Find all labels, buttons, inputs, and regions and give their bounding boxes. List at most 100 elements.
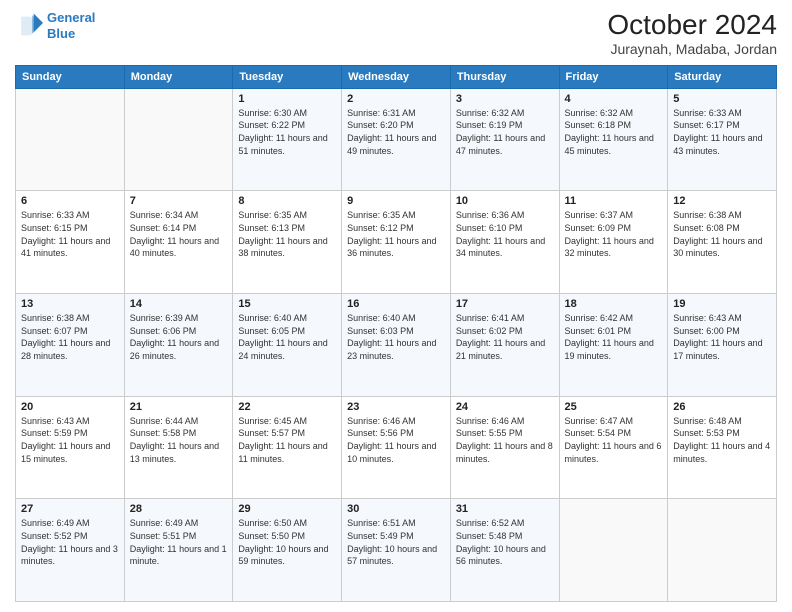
logo-text: General Blue [47,10,95,41]
day-number: 8 [238,195,336,207]
calendar-cell: 18Sunrise: 6:42 AM Sunset: 6:01 PM Dayli… [559,294,668,397]
calendar-cell: 20 Sunrise: 6:43 AM Sunset: 5:59 PM Dayli… [16,396,125,499]
calendar-cell: 19 Sunrise: 6:43 AM Sunset: 6:00 PM Dayli… [668,294,777,397]
calendar-cell [124,88,233,191]
day-number: 25 [565,401,663,413]
calendar-cell: 15 Sunrise: 6:40 AM Sunset: 6:05 PM Dayli… [233,294,342,397]
calendar-cell: 28 Sunrise: 6:49 AM Sunset: 5:51 PM Dayli… [124,499,233,602]
day-number: 1 [238,93,336,105]
calendar-cell: 22 Sunrise: 6:45 AM Sunset: 5:57 PM Dayli… [233,396,342,499]
calendar-header-sunday: Sunday [16,65,125,88]
calendar-cell: 23 Sunrise: 6:46 AM Sunset: 5:56 PM Dayli… [342,396,451,499]
day-info: Sunrise: 6:39 AM Sunset: 6:06 PM Dayligh… [130,312,228,362]
calendar-cell: 27 Sunrise: 6:49 AM Sunset: 5:52 PM Dayli… [16,499,125,602]
calendar-header-wednesday: Wednesday [342,65,451,88]
day-info: Sunrise: 6:38 AM Sunset: 6:07 PM Dayligh… [21,312,119,362]
calendar-table: SundayMondayTuesdayWednesdayThursdayFrid… [15,65,777,602]
calendar-cell: 25 Sunrise: 6:47 AM Sunset: 5:54 PM Dayli… [559,396,668,499]
day-info: Sunrise: 6:32 AM Sunset: 6:18 PM Dayligh… [565,107,663,157]
calendar-header-thursday: Thursday [450,65,559,88]
calendar-cell: 13 Sunrise: 6:38 AM Sunset: 6:07 PM Dayli… [16,294,125,397]
day-info: Sunrise: 6:38 AM Sunset: 6:08 PM Dayligh… [673,209,771,259]
day-info: Sunrise: 6:41 AM Sunset: 6:02 PM Dayligh… [456,312,554,362]
day-info: Sunrise: 6:50 AM Sunset: 5:50 PM Dayligh… [238,517,336,567]
day-number: 4 [565,93,663,105]
day-number: 11 [565,195,663,207]
day-number: 7 [130,195,228,207]
calendar-cell: 31 Sunrise: 6:52 AM Sunset: 5:48 PM Dayli… [450,499,559,602]
calendar-cell [559,499,668,602]
day-info: Sunrise: 6:49 AM Sunset: 5:51 PM Dayligh… [130,517,228,567]
calendar-header-monday: Monday [124,65,233,88]
day-info: Sunrise: 6:31 AM Sunset: 6:20 PM Dayligh… [347,107,445,157]
calendar-cell: 3 Sunrise: 6:32 AM Sunset: 6:19 PM Daylig… [450,88,559,191]
day-info: Sunrise: 6:32 AM Sunset: 6:19 PM Dayligh… [456,107,554,157]
day-number: 15 [238,298,336,310]
day-number: 24 [456,401,554,413]
day-number: 31 [456,503,554,515]
day-info: Sunrise: 6:35 AM Sunset: 6:12 PM Dayligh… [347,209,445,259]
day-info: Sunrise: 6:35 AM Sunset: 6:13 PM Dayligh… [238,209,336,259]
day-number: 14 [130,298,228,310]
day-number: 29 [238,503,336,515]
day-info: Sunrise: 6:40 AM Sunset: 6:03 PM Dayligh… [347,312,445,362]
calendar-cell: 29 Sunrise: 6:50 AM Sunset: 5:50 PM Dayli… [233,499,342,602]
calendar-header-tuesday: Tuesday [233,65,342,88]
calendar-cell: 12 Sunrise: 6:38 AM Sunset: 6:08 PM Dayli… [668,191,777,294]
day-info: Sunrise: 6:43 AM Sunset: 5:59 PM Dayligh… [21,415,119,465]
calendar-cell [16,88,125,191]
calendar-cell: 11 Sunrise: 6:37 AM Sunset: 6:09 PM Dayli… [559,191,668,294]
calendar-cell: 26 Sunrise: 6:48 AM Sunset: 5:53 PM Dayli… [668,396,777,499]
day-number: 9 [347,195,445,207]
day-info: Sunrise: 6:30 AM Sunset: 6:22 PM Dayligh… [238,107,336,157]
calendar-cell: 21 Sunrise: 6:44 AM Sunset: 5:58 PM Dayli… [124,396,233,499]
day-number: 5 [673,93,771,105]
calendar-cell: 14 Sunrise: 6:39 AM Sunset: 6:06 PM Dayli… [124,294,233,397]
day-number: 30 [347,503,445,515]
day-number: 23 [347,401,445,413]
calendar-cell: 8 Sunrise: 6:35 AM Sunset: 6:13 PM Daylig… [233,191,342,294]
day-info: Sunrise: 6:33 AM Sunset: 6:17 PM Dayligh… [673,107,771,157]
day-number: 12 [673,195,771,207]
day-info: Sunrise: 6:44 AM Sunset: 5:58 PM Dayligh… [130,415,228,465]
day-number: 22 [238,401,336,413]
day-number: 13 [21,298,119,310]
day-info: Sunrise: 6:45 AM Sunset: 5:57 PM Dayligh… [238,415,336,465]
calendar-cell: 16Sunrise: 6:40 AM Sunset: 6:03 PM Dayli… [342,294,451,397]
day-number: 3 [456,93,554,105]
page-subtitle: Juraynah, Madaba, Jordan [607,41,777,57]
day-number: 20 [21,401,119,413]
calendar-cell: 4 Sunrise: 6:32 AM Sunset: 6:18 PM Daylig… [559,88,668,191]
day-info: Sunrise: 6:40 AM Sunset: 6:05 PM Dayligh… [238,312,336,362]
calendar-cell: 9 Sunrise: 6:35 AM Sunset: 6:12 PM Daylig… [342,191,451,294]
calendar-cell [668,499,777,602]
day-number: 27 [21,503,119,515]
day-info: Sunrise: 6:43 AM Sunset: 6:00 PM Dayligh… [673,312,771,362]
day-info: Sunrise: 6:48 AM Sunset: 5:53 PM Dayligh… [673,415,771,465]
calendar-cell: 2Sunrise: 6:31 AM Sunset: 6:20 PM Daylig… [342,88,451,191]
day-info: Sunrise: 6:33 AM Sunset: 6:15 PM Dayligh… [21,209,119,259]
day-info: Sunrise: 6:52 AM Sunset: 5:48 PM Dayligh… [456,517,554,567]
calendar-cell: 5 Sunrise: 6:33 AM Sunset: 6:17 PM Daylig… [668,88,777,191]
day-info: Sunrise: 6:46 AM Sunset: 5:56 PM Dayligh… [347,415,445,465]
day-info: Sunrise: 6:34 AM Sunset: 6:14 PM Dayligh… [130,209,228,259]
day-number: 21 [130,401,228,413]
calendar-cell: 10Sunrise: 6:36 AM Sunset: 6:10 PM Dayli… [450,191,559,294]
day-info: Sunrise: 6:36 AM Sunset: 6:10 PM Dayligh… [456,209,554,259]
calendar-cell: 6Sunrise: 6:33 AM Sunset: 6:15 PM Daylig… [16,191,125,294]
calendar-cell: 17Sunrise: 6:41 AM Sunset: 6:02 PM Dayli… [450,294,559,397]
day-info: Sunrise: 6:49 AM Sunset: 5:52 PM Dayligh… [21,517,119,567]
calendar-cell: 24 Sunrise: 6:46 AM Sunset: 5:55 PM Dayli… [450,396,559,499]
day-number: 19 [673,298,771,310]
day-info: Sunrise: 6:51 AM Sunset: 5:49 PM Dayligh… [347,517,445,567]
day-info: Sunrise: 6:47 AM Sunset: 5:54 PM Dayligh… [565,415,663,465]
day-info: Sunrise: 6:37 AM Sunset: 6:09 PM Dayligh… [565,209,663,259]
day-number: 28 [130,503,228,515]
day-number: 18 [565,298,663,310]
calendar-header-friday: Friday [559,65,668,88]
title-block: October 2024 Juraynah, Madaba, Jordan [607,10,777,57]
day-info: Sunrise: 6:46 AM Sunset: 5:55 PM Dayligh… [456,415,554,465]
calendar-header-saturday: Saturday [668,65,777,88]
calendar-cell: 1 Sunrise: 6:30 AM Sunset: 6:22 PM Daylig… [233,88,342,191]
day-number: 26 [673,401,771,413]
